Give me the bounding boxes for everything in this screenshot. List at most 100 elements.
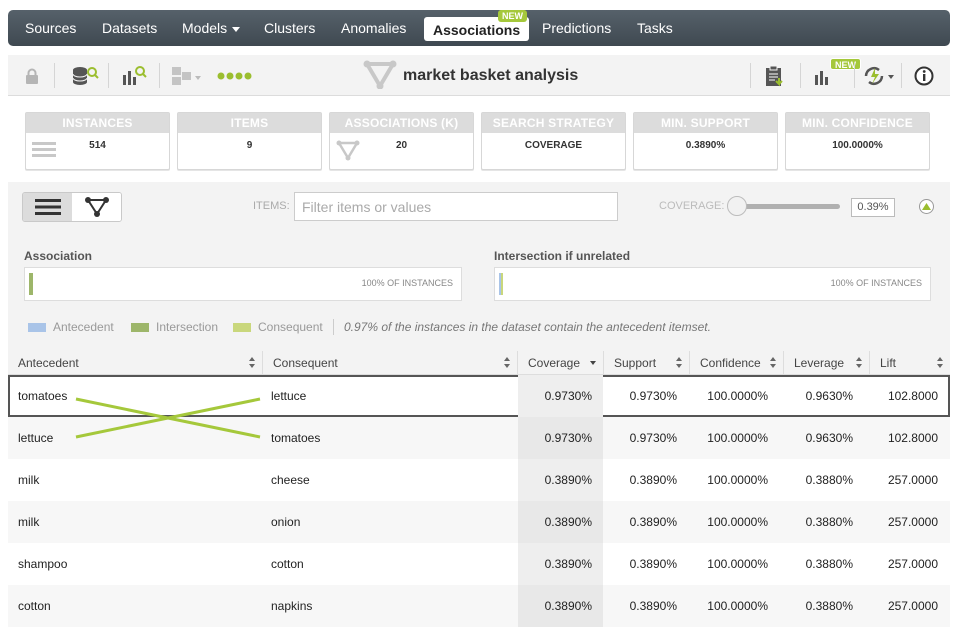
card-label: MIN. SUPPORT — [634, 113, 777, 133]
association-bar-fill — [29, 273, 33, 295]
lift-cell: 257.0000 — [887, 473, 938, 487]
association-bar-text: 100% OF INSTANCES — [361, 278, 453, 288]
lift-cell: 257.0000 — [887, 557, 938, 571]
consequent-cell: onion — [271, 515, 301, 529]
coverage-cell: 0.3890% — [544, 515, 592, 529]
col-label: Consequent — [273, 356, 338, 370]
table-row[interactable]: cotton napkins 0.3890% 0.3890% 100.0000% 0.38… — [8, 585, 950, 627]
new-badge: NEW — [498, 10, 527, 22]
model-search-icon[interactable] — [121, 65, 147, 87]
card-associations: ASSOCIATIONS (K) 20 — [329, 112, 474, 170]
leverage-cell: 0.9630% — [805, 431, 853, 445]
lightning-cycle-icon[interactable] — [862, 65, 896, 87]
sort-desc-icon — [590, 357, 597, 369]
toolbar-divider — [108, 63, 109, 88]
table-row[interactable]: milk cheese 0.3890% 0.3890% 100.0000% 0.3880%… — [8, 459, 950, 501]
table-row[interactable]: shampoo cotton 0.3890% 0.3890% 100.0000% 0.38… — [8, 543, 950, 585]
nav-clusters[interactable]: Clusters — [264, 17, 315, 39]
graph-view-button[interactable] — [72, 193, 121, 221]
legend-antecedent: Antecedent — [28, 320, 114, 334]
number-convert-icon[interactable] — [170, 65, 202, 87]
nav-anomalies[interactable]: Anomalies — [341, 17, 406, 39]
intersection-bar-fill — [499, 273, 503, 295]
consequent-swatch — [233, 322, 251, 332]
col-label: Support — [614, 356, 657, 370]
coverage-slider-handle[interactable] — [727, 196, 747, 216]
list-view-button[interactable] — [23, 193, 72, 221]
list-icon — [34, 199, 61, 215]
coverage-cell: 0.3890% — [544, 473, 592, 487]
leverage-cell: 0.3880% — [805, 599, 853, 613]
col-lift[interactable]: Lift — [870, 351, 950, 375]
col-label: Confidence — [700, 356, 761, 370]
triangle-up-icon — [922, 203, 931, 210]
chevron-down-icon — [232, 26, 241, 32]
col-support[interactable]: Support — [604, 351, 690, 375]
coverage-cell: 0.9730% — [544, 431, 592, 445]
legend-divider — [333, 319, 334, 335]
clipboard-download-icon[interactable] — [764, 65, 786, 87]
card-search-strategy: SEARCH STRATEGY COVERAGE — [481, 112, 626, 170]
dataset-search-icon[interactable] — [71, 65, 99, 87]
leverage-cell: 0.9630% — [805, 389, 853, 403]
toolbar-divider — [750, 63, 751, 88]
nav-sources[interactable]: Sources — [25, 17, 76, 39]
intersection-bar-text: 100% OF INSTANCES — [830, 278, 922, 288]
card-label: MIN. CONFIDENCE — [786, 113, 929, 133]
nav-tasks[interactable]: Tasks — [637, 17, 673, 39]
toolbar-divider — [159, 63, 160, 88]
sort-icon — [856, 357, 863, 369]
association-title: Association — [24, 249, 93, 263]
leverage-cell: 0.3880% — [805, 557, 853, 571]
sort-icon — [676, 357, 683, 369]
coverage-value[interactable]: 0.39% — [851, 198, 895, 217]
list-icon — [32, 141, 56, 162]
card-value: 9 — [246, 140, 253, 151]
collapse-panel-button[interactable] — [919, 199, 934, 214]
card-label: ITEMS — [178, 113, 321, 133]
card-value: 0.3890% — [685, 140, 726, 151]
nav-models-label: Models — [182, 20, 228, 36]
card-label: ASSOCIATIONS (K) — [330, 113, 473, 133]
lock-icon[interactable] — [24, 65, 40, 87]
col-antecedent[interactable]: Antecedent — [8, 351, 263, 375]
support-cell: 0.3890% — [629, 473, 677, 487]
legend-intersection: Intersection — [131, 320, 218, 334]
coverage-label: COVERAGE: — [659, 200, 725, 212]
new-badge: NEW — [830, 58, 861, 70]
lift-cell: 257.0000 — [887, 599, 938, 613]
card-min-confidence: MIN. CONFIDENCE 100.0000% — [785, 112, 930, 170]
support-cell: 0.3890% — [629, 515, 677, 529]
association-bar: 100% OF INSTANCES — [24, 267, 462, 301]
nav-predictions[interactable]: Predictions — [542, 17, 611, 39]
col-coverage[interactable]: Coverage — [518, 351, 604, 375]
nav-datasets[interactable]: Datasets — [102, 17, 157, 39]
antecedent-swatch — [28, 322, 46, 332]
toolbar-divider — [854, 63, 855, 88]
col-confidence[interactable]: Confidence — [690, 351, 784, 375]
info-icon[interactable] — [913, 65, 935, 87]
coverage-cell: 0.3890% — [544, 557, 592, 571]
more-dots-icon[interactable] — [216, 65, 256, 87]
antecedent-cell: milk — [18, 473, 40, 487]
sort-icon — [770, 357, 777, 369]
support-cell: 0.3890% — [629, 557, 677, 571]
filter-items-input[interactable] — [294, 192, 618, 221]
card-min-support: MIN. SUPPORT 0.3890% — [633, 112, 778, 170]
col-consequent[interactable]: Consequent — [263, 351, 518, 375]
swap-cross-icon — [75, 397, 261, 439]
table-row[interactable]: milk onion 0.3890% 0.3890% 100.0000% 0.3880% 2… — [8, 501, 950, 543]
confidence-cell: 100.0000% — [707, 557, 768, 571]
nav-models[interactable]: Models — [182, 17, 241, 39]
toolbar-divider — [800, 63, 801, 88]
intersection-title: Intersection if unrelated — [494, 249, 631, 263]
antecedent-cell: milk — [18, 515, 40, 529]
lift-cell: 257.0000 — [887, 515, 938, 529]
col-label: Lift — [880, 356, 897, 370]
col-leverage[interactable]: Leverage — [784, 351, 870, 375]
network-graph-icon — [84, 197, 109, 217]
card-value: COVERAGE — [524, 140, 583, 151]
antecedent-coverage-note: 0.97% of the instances in the dataset co… — [344, 320, 711, 334]
consequent-cell: cheese — [271, 473, 310, 487]
sort-icon — [504, 357, 511, 369]
